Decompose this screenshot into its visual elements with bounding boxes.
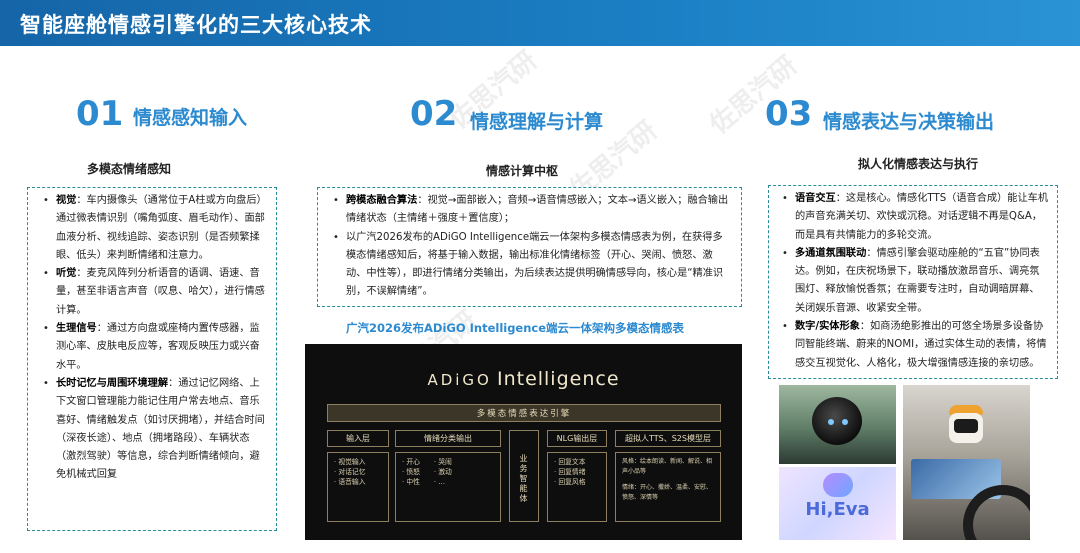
list-item: 以广汽2026发布的ADiGO Intelligence端云一体架构多模态情感表…	[333, 229, 731, 302]
input-layer-body: · 视觉输入 · 对话记忆 · 语音输入	[327, 452, 389, 522]
section-1-heading: 情感感知输入	[133, 107, 248, 129]
architecture-diagram: ADiGO Intelligence 多模态情感表达引擎 输入层 · 视觉输入 …	[305, 344, 742, 540]
list-item: 长时记忆与周围环境理解：通过记忆网络、上下文窗口管理能力能记住用户常去地点、音乐…	[43, 375, 268, 485]
classify-body: · 开心 · 愤怒 · 中性 · 哭闹 · 激动 · …	[395, 452, 501, 522]
section-1-list: 视觉：车内摄像头（通常位于A柱或方向盘后）通过微表情识别（嘴角弧度、眉毛动作）、…	[36, 192, 268, 485]
section-2-box: 跨模态融合算法：视觉→面部嵌入；音频→语音情感嵌入；文本→语义嵌入；融合输出情绪…	[317, 187, 742, 307]
smart-speaker-photo	[779, 385, 896, 464]
section-3-box: 语音交互：这是核心。情感化TTS（语音合成）能让车机的声音充满关切、欢快或沉稳。…	[768, 185, 1058, 379]
nlg-header: NLG输出层	[547, 430, 607, 447]
page-title: 智能座舱情感引擎化的三大核心技术	[20, 13, 372, 37]
decision-box: 业务智能体	[509, 430, 539, 522]
section-3-number: 03	[765, 94, 813, 134]
list-item: 听觉：麦克风阵列分析语音的语调、语速、音量，甚至非语言声音（叹息、哈欠），进行情…	[43, 265, 268, 320]
section-1-number: 01	[76, 94, 124, 134]
section-3-heading: 情感表达与决策输出	[823, 111, 995, 133]
list-item: 数字/实体形象：如商汤绝影推出的可悠全场景多设备协同智能终端、蔚来的NOMI，通…	[782, 318, 1049, 373]
list-item: 视觉：车内摄像头（通常位于A柱或方向盘后）通过微表情识别（嘴角弧度、眉毛动作）、…	[43, 192, 268, 265]
nomi-cabin-photo	[903, 385, 1030, 540]
section-3-subtitle: 拟人化情感表达与执行	[858, 157, 979, 171]
list-item: 多通道氛围联动：情感引擎会驱动座舱的“五官”协同表达。例如，在庆祝场景下，联动播…	[782, 245, 1049, 318]
section-3-list: 语音交互：这是核心。情感化TTS（语音合成）能让车机的声音充满关切、欢快或沉稳。…	[775, 190, 1049, 373]
tts-body: 风格：绘本朗读、新闻、解说、相声小品等 情绪：开心、撒娇、温柔、安慰、愤怒、深情…	[615, 452, 721, 522]
hieva-photo: Hi,Eva	[779, 467, 896, 540]
section-2-subtitle: 情感计算中枢	[486, 164, 559, 178]
list-item: 语音交互：这是核心。情感化TTS（语音合成）能让车机的声音充满关切、欢快或沉稳。…	[782, 190, 1049, 245]
section-1-box: 视觉：车内摄像头（通常位于A柱或方向盘后）通过微表情识别（嘴角弧度、眉毛动作）、…	[27, 187, 277, 531]
nlg-body: · 回复文本 · 回复情绪 · 回复风格	[547, 452, 607, 522]
list-item: 生理信号：通过方向盘或座椅内置传感器，监测心率、皮肤电反应等，客观反映压力或兴奋…	[43, 320, 268, 375]
section-2-list: 跨模态融合算法：视觉→面部嵌入；音频→语音情感嵌入；文本→语义嵌入；融合输出情绪…	[326, 192, 731, 302]
hieva-label: Hi,Eva	[805, 499, 870, 520]
classify-header: 情绪分类输出	[395, 430, 501, 447]
section-1-subtitle: 多模态情绪感知	[87, 162, 172, 176]
section-2-heading: 情感理解与计算	[470, 111, 604, 133]
tts-header: 超拟人TTS、S2S模型层	[615, 430, 721, 447]
engine-bar: 多模态情感表达引擎	[327, 404, 721, 422]
brand-adigo: ADiGO	[427, 371, 492, 389]
architecture-brand: ADiGO Intelligence	[305, 368, 742, 390]
architecture-caption: 广汽2026发布ADiGO Intelligence端云一体架构多模态情感表	[346, 321, 685, 335]
speaker-device	[812, 397, 862, 445]
section-2-number: 02	[410, 94, 458, 134]
list-item: 跨模态融合算法：视觉→面部嵌入；音频→语音情感嵌入；文本→语义嵌入；融合输出情绪…	[333, 192, 731, 229]
input-layer-header: 输入层	[327, 430, 389, 447]
brand-intelligence: Intelligence	[496, 368, 620, 390]
hieva-avatar	[823, 473, 853, 497]
title-bar: 智能座舱情感引擎化的三大核心技术	[0, 0, 1080, 46]
